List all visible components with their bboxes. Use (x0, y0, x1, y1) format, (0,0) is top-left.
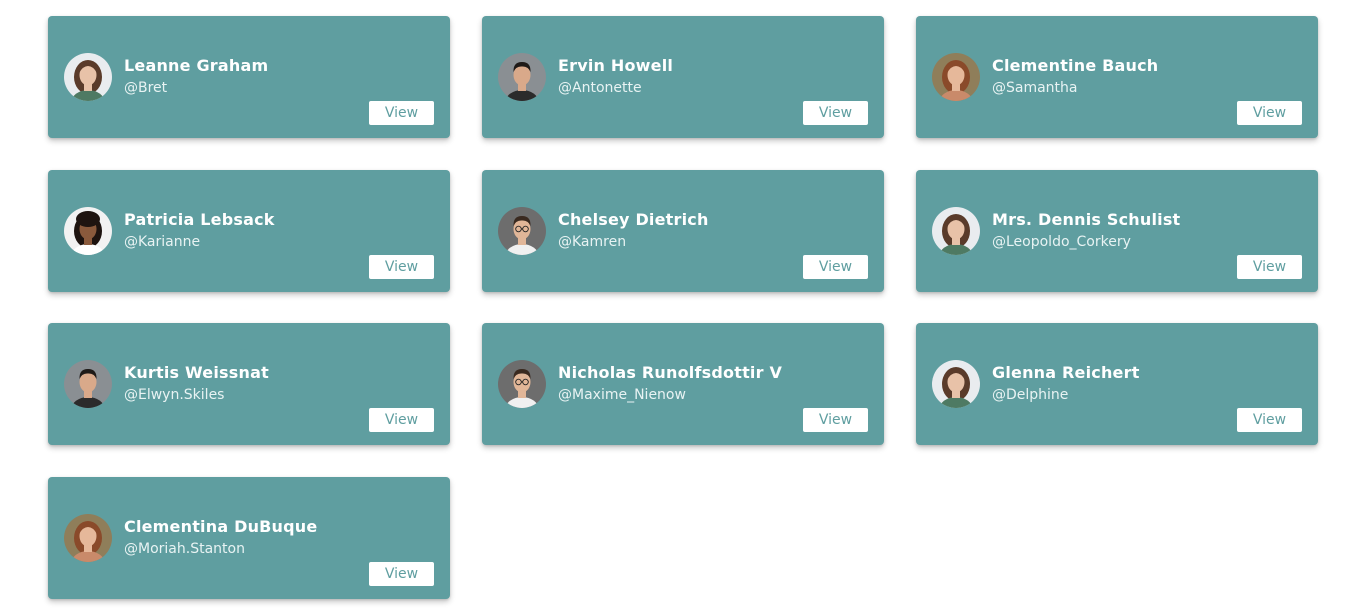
view-button[interactable]: View (1237, 255, 1302, 279)
user-card: Patricia Lebsack @Karianne View (48, 170, 450, 292)
user-handle: @Bret (124, 80, 168, 96)
view-button[interactable]: View (369, 408, 434, 432)
user-card: Nicholas Runolfsdottir V @Maxime_Nienow … (482, 323, 884, 445)
user-card: Chelsey Dietrich @Kamren View (482, 170, 884, 292)
user-name: Nicholas Runolfsdottir V (558, 363, 783, 382)
user-handle: @Delphine (992, 387, 1069, 403)
user-card: Mrs. Dennis Schulist @Leopoldo_Corkery V… (916, 170, 1318, 292)
user-handle: @Maxime_Nienow (558, 387, 686, 403)
user-card: Ervin Howell @Antonette View (482, 16, 884, 138)
avatar-woman-curly-icon (932, 360, 980, 408)
view-button[interactable]: View (803, 408, 868, 432)
avatar (498, 360, 546, 408)
avatar (64, 53, 112, 101)
user-handle: @Leopoldo_Corkery (992, 234, 1131, 250)
user-name: Kurtis Weissnat (124, 363, 269, 382)
user-name: Chelsey Dietrich (558, 210, 709, 229)
user-name: Patricia Lebsack (124, 210, 275, 229)
avatar-woman-auburn-icon (64, 514, 112, 562)
view-button[interactable]: View (1237, 408, 1302, 432)
avatar-woman-curly-icon (932, 207, 980, 255)
user-handle: @Samantha (992, 80, 1078, 96)
user-name: Leanne Graham (124, 56, 269, 75)
user-name: Mrs. Dennis Schulist (992, 210, 1181, 229)
user-handle: @Karianne (124, 234, 201, 250)
user-card: Glenna Reichert @Delphine View (916, 323, 1318, 445)
user-card: Kurtis Weissnat @Elwyn.Skiles View (48, 323, 450, 445)
user-name: Clementina DuBuque (124, 517, 318, 536)
avatar-man-glasses-icon (498, 360, 546, 408)
avatar (64, 207, 112, 255)
view-button[interactable]: View (369, 101, 434, 125)
avatar-woman-auburn-icon (932, 53, 980, 101)
avatar (498, 207, 546, 255)
avatar (932, 360, 980, 408)
avatar-man-dark-hair-icon (498, 53, 546, 101)
user-card: Leanne Graham @Bret View (48, 16, 450, 138)
view-button[interactable]: View (803, 255, 868, 279)
avatar (932, 53, 980, 101)
avatar (932, 207, 980, 255)
avatar (64, 514, 112, 562)
user-handle: @Antonette (558, 80, 642, 96)
user-name: Ervin Howell (558, 56, 674, 75)
user-card: Clementina DuBuque @Moriah.Stanton View (48, 477, 450, 599)
view-button[interactable]: View (369, 255, 434, 279)
user-card-grid: Leanne Graham @Bret View Ervin Howell @A… (0, 0, 1366, 615)
view-button[interactable]: View (1237, 101, 1302, 125)
user-name: Clementine Bauch (992, 56, 1159, 75)
avatar (498, 53, 546, 101)
user-handle: @Moriah.Stanton (124, 541, 245, 557)
avatar (64, 360, 112, 408)
user-card: Clementine Bauch @Samantha View (916, 16, 1318, 138)
avatar-man-glasses-icon (498, 207, 546, 255)
avatar-man-dark-hair-icon (64, 360, 112, 408)
user-handle: @Kamren (558, 234, 627, 250)
view-button[interactable]: View (803, 101, 868, 125)
avatar-woman-afro-icon (64, 207, 112, 255)
avatar-woman-curly-icon (64, 53, 112, 101)
user-handle: @Elwyn.Skiles (124, 387, 225, 403)
view-button[interactable]: View (369, 562, 434, 586)
user-name: Glenna Reichert (992, 363, 1140, 382)
